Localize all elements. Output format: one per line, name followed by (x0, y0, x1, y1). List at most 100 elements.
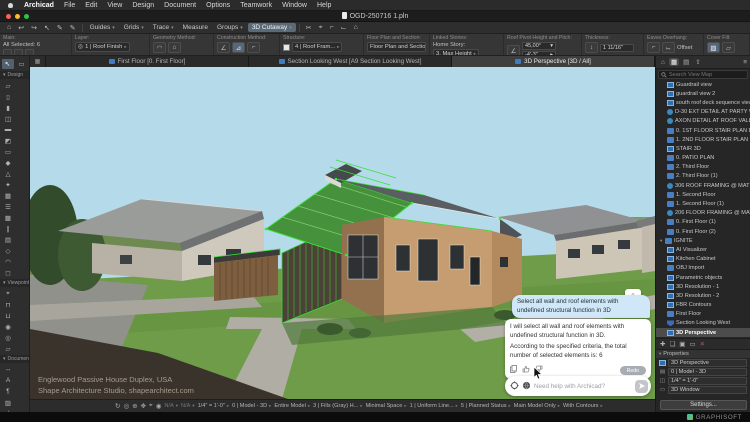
tool-object[interactable]: ◆ (2, 158, 15, 168)
tool-zone[interactable]: ▩ (2, 213, 15, 223)
tab-3d-perspective[interactable]: 3D Perspective [3D / All] (452, 56, 655, 67)
main-tool-icon[interactable] (14, 49, 23, 55)
tool-elevation[interactable]: ⊓ (2, 300, 15, 310)
hamburger-menu-icon[interactable]: ≡ (743, 59, 747, 66)
preview-icon[interactable]: ◎ (123, 402, 129, 410)
home-story-dropdown[interactable]: 3. Max Height▸ (433, 49, 479, 55)
tree-item-guardrail-view[interactable]: Guardrail view (656, 80, 750, 89)
apple-menu-icon[interactable] (8, 3, 13, 8)
tab-options-button[interactable]: ▦ (30, 56, 46, 67)
status-3-fills-gray-h[interactable]: 3 | Fills (Gray) H...▸ (313, 403, 363, 409)
tree-item-section-looking-west[interactable]: Section Looking West (656, 319, 750, 328)
tool-door[interactable]: ▯ (2, 92, 15, 102)
clone-icon[interactable]: ❏ (669, 340, 675, 348)
eave-b-icon[interactable]: ⌙ (662, 42, 675, 53)
main-tool-icon[interactable] (3, 49, 12, 55)
tool-morph[interactable]: ◇ (2, 246, 15, 256)
publisher-icon[interactable]: ⇧ (693, 58, 702, 66)
orbit-icon[interactable]: ↻ (115, 402, 120, 410)
toolbar-home-icon[interactable]: ⌂ (4, 24, 14, 31)
tool-dimension[interactable]: ↔ (2, 365, 15, 375)
tool-column[interactable]: ▮ (2, 103, 15, 113)
menu-item-document[interactable]: Document (159, 2, 201, 9)
tool-camera[interactable]: ◉ (2, 322, 15, 332)
copy-icon[interactable] (510, 365, 517, 377)
tool-curtain-wall[interactable]: ▤ (2, 235, 15, 245)
status-n-a[interactable]: N/A▾ (181, 403, 195, 409)
tree-item-206-floor-framing-mate-line[interactable]: 206 FLOOR FRAMING @ MATE LINE (656, 209, 750, 218)
status-minimal-space[interactable]: Minimal Space▸ (366, 403, 407, 409)
menu-item-options[interactable]: Options (201, 2, 235, 9)
tool-worksheet[interactable]: ▱ (2, 344, 15, 354)
toolbar-groups-button[interactable]: Groups▾ (213, 23, 247, 32)
tool-railing[interactable]: ∥ (2, 224, 15, 234)
tree-item-ai-visualizer[interactable]: AI Visualizer (656, 245, 750, 254)
tool-window[interactable]: ◫ (2, 114, 15, 124)
tool-skylight[interactable]: ◩ (2, 136, 15, 146)
tool-shell[interactable]: ◠ (2, 257, 15, 267)
status-1-4-1-0[interactable]: 1/4" = 1'-0"▸ (198, 403, 230, 409)
toolbar-picker-icon[interactable]: ⌖ (316, 24, 326, 32)
menu-item-window[interactable]: Window (277, 2, 312, 9)
tree-item-0-1st-floor-stair-plan-detail[interactable]: 0. 1ST FLOOR STAIR PLAN DETAIL (656, 126, 750, 135)
tool-wall[interactable]: ▱ (2, 81, 15, 91)
toolbar-guides-button[interactable]: Guides▾ (86, 23, 119, 32)
globe-icon[interactable] (522, 377, 531, 395)
tree-item-3d-resolution-2[interactable]: 3D Resolution - 2 (656, 291, 750, 300)
fill-roof-icon[interactable]: ▨ (707, 42, 720, 53)
tool-lamp[interactable]: ✦ (2, 180, 15, 190)
pan-icon[interactable]: ✥ (141, 402, 146, 410)
tree-item-3d-perspective[interactable]: 3D Perspective (656, 328, 750, 337)
tree-item-obj-import[interactable]: OBJ Import (656, 264, 750, 273)
tree-item-1-2nd-floor-stair-plan-detail[interactable]: 1. 2ND FLOOR STAIR PLAN DETAIL (656, 135, 750, 144)
zoom-in-icon[interactable]: ⊕ (132, 402, 137, 410)
tree-item-1-second-floor[interactable]: 1. Second Floor (656, 190, 750, 199)
toolbar-arrow-icon[interactable]: ↖ (41, 24, 53, 32)
toolbar-house-icon[interactable]: ⌂ (351, 24, 361, 31)
main-tool-icon[interactable] (25, 49, 34, 55)
tree-item-first-floor[interactable]: First Floor (656, 310, 750, 319)
tab-first-floor[interactable]: First Floor [0. First Floor] (46, 56, 249, 67)
toolbar-scissors-icon[interactable]: ✂ (303, 24, 315, 32)
tree-item-1-second-floor-1[interactable]: 1. Second Floor (1) (656, 199, 750, 208)
fill-none-icon[interactable]: ▱ (722, 42, 735, 53)
store-folder-icon[interactable]: ▣ (679, 340, 685, 348)
toolbar-measure-button[interactable]: Measure (179, 23, 212, 32)
chat-input[interactable] (534, 383, 632, 390)
height-field[interactable]: -4'-3"▸ (522, 51, 556, 55)
tool-interior-elevation[interactable]: ⊔ (2, 311, 15, 321)
view-map-icon[interactable]: ▦ (669, 58, 679, 66)
status-n-a[interactable]: N/A▾ (164, 403, 178, 409)
toolbar-undo-icon[interactable]: ↩ (15, 24, 27, 32)
structure-dropdown[interactable]: 4 | Roof Fram...▸ (292, 42, 342, 52)
tree-item-2-third-floor-1[interactable]: 2. Third Floor (1) (656, 172, 750, 181)
tree-item-ignite[interactable]: ▾IGNITE (656, 236, 750, 245)
toolbar-3d-cutaway-button[interactable]: 3D Cutaway▾ (248, 23, 296, 32)
tool-slab[interactable]: ▭ (2, 147, 15, 157)
status-0-model-3d[interactable]: 0 | Model - 3D▸ (232, 403, 271, 409)
screen-icon[interactable]: ▭ (689, 340, 695, 348)
settings-button[interactable]: Settings... (660, 400, 747, 410)
roof-single-icon[interactable]: ◠ (153, 42, 166, 53)
tool-text[interactable]: A (2, 376, 15, 386)
walk-icon[interactable]: ⌖ (149, 402, 153, 410)
menu-item-view[interactable]: View (102, 2, 127, 9)
tool-arrow[interactable]: ↖ (2, 59, 14, 69)
tree-item-stair-3d[interactable]: STAIR 3D (656, 144, 750, 153)
info-layer-dropdown[interactable]: ◎1 | Roof Finish▸ (75, 42, 130, 52)
tool-section[interactable]: ⌖ (2, 289, 15, 299)
method-c-icon[interactable]: ⌐ (247, 42, 260, 53)
method-a-icon[interactable]: ∠ (217, 42, 230, 53)
tree-item-parametric-objects[interactable]: Parametric objects (656, 273, 750, 282)
toolbar-redo-icon[interactable]: ↪ (28, 24, 40, 32)
tree-item-306-roof-framing-mate-line[interactable]: 306 ROOF FRAMING @ MATE LINE (656, 181, 750, 190)
delete-icon[interactable]: ✕ (700, 340, 705, 348)
tree-item-d-30-ext-detail-at-party-wall-e[interactable]: D-30 EXT DETAIL AT PARTY WALL E... (656, 108, 750, 117)
tree-item-2-third-floor[interactable]: 2. Third Floor (656, 163, 750, 172)
info-floor-plan-and-section-dropdown[interactable]: Floor Plan and Section...▸ (367, 42, 426, 52)
tree-item-guardrail-view-2[interactable]: guardrail view 2 (656, 89, 750, 98)
roof-multi-icon[interactable]: ⌂ (168, 42, 181, 53)
tree-item-kitchen-cabinet[interactable]: Kitchen Cabinet (656, 255, 750, 264)
chat-settings-icon[interactable] (510, 377, 519, 395)
toolbar-pencil2-icon[interactable]: ✎ (67, 24, 79, 32)
